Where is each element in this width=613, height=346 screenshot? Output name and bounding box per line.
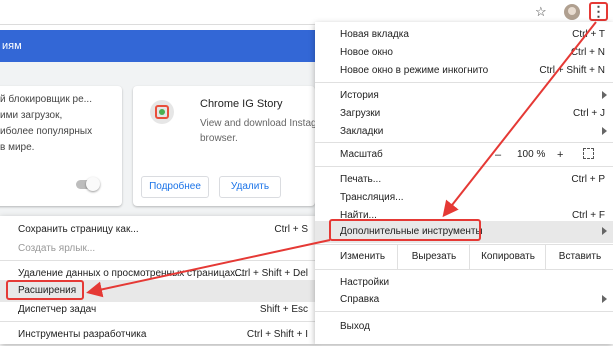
annotation-arrows [86,21,597,298]
arrow-to-extensions [86,239,331,298]
arrow-to-more-tools [442,21,597,218]
